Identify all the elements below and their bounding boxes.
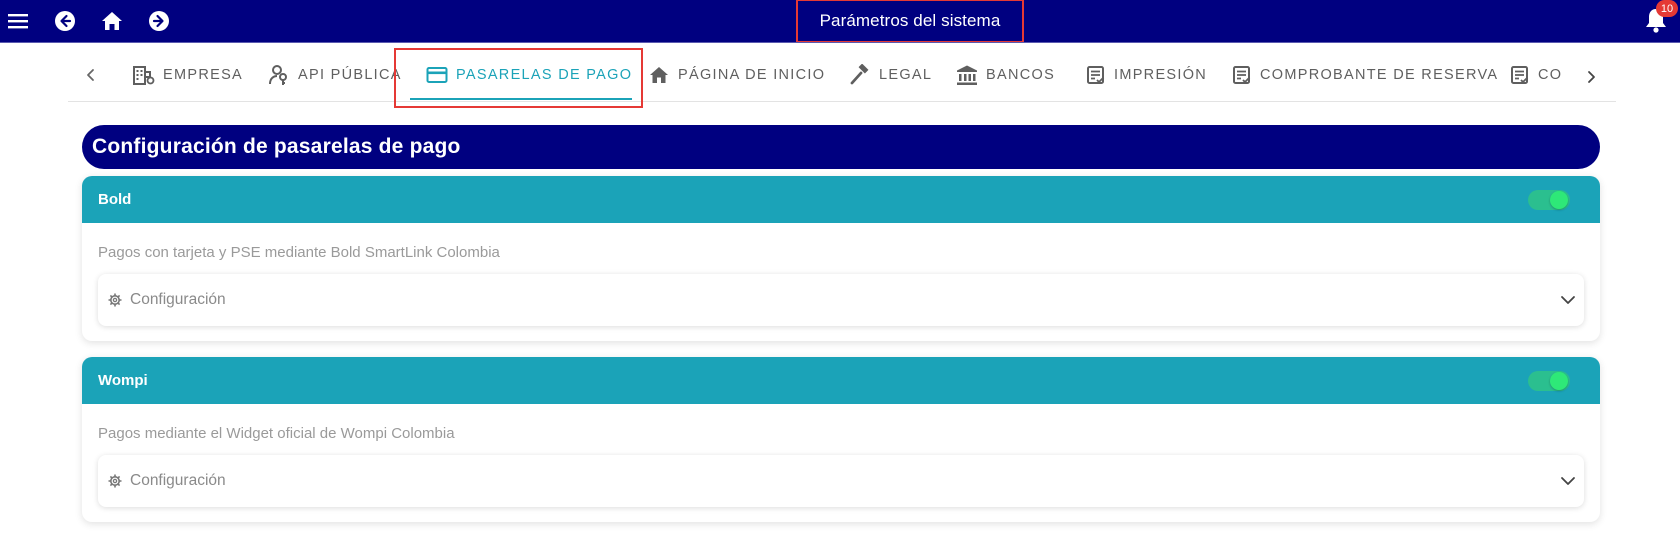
key-person-icon bbox=[269, 65, 287, 85]
tab-comprobante-de-reserva[interactable]: COMPROBANTE DE RESERVA bbox=[1232, 48, 1498, 102]
tab-overflow-clip: CO bbox=[1508, 48, 1582, 102]
topbar-divider bbox=[0, 42, 1680, 43]
home-icon bbox=[650, 67, 668, 83]
gateway-description: Pagos con tarjeta y PSE mediante Bold Sm… bbox=[98, 244, 500, 261]
chevron-down-icon bbox=[1561, 477, 1575, 485]
tab-impresion[interactable]: IMPRESIÓN bbox=[1086, 48, 1207, 102]
configuration-label: Configuración bbox=[130, 291, 226, 308]
gear-icon bbox=[108, 293, 122, 307]
tabs-scroll-left-icon[interactable] bbox=[80, 64, 102, 86]
gateway-name: Wompi bbox=[98, 372, 148, 389]
gateway-card-header: Wompi bbox=[82, 357, 1600, 404]
page-title-highlight: Parámetros del sistema bbox=[796, 0, 1024, 43]
document-check-icon bbox=[1087, 66, 1105, 84]
notification-badge: 10 bbox=[1656, 0, 1678, 17]
tab-label: BANCOS bbox=[986, 67, 1056, 83]
chevron-down-icon bbox=[1561, 296, 1575, 304]
tab-label: EMPRESA bbox=[163, 67, 244, 83]
gateway-enabled-toggle[interactable] bbox=[1528, 370, 1570, 391]
active-tab-highlight bbox=[394, 48, 643, 108]
page-title: Parámetros del sistema bbox=[819, 11, 1001, 30]
tab-legal[interactable]: LEGAL bbox=[849, 48, 932, 102]
tab-api-publica[interactable]: API PÚBLICA bbox=[268, 48, 402, 102]
tab-label: API PÚBLICA bbox=[298, 67, 402, 83]
bank-icon bbox=[957, 65, 977, 85]
tab-label: CO bbox=[1538, 67, 1563, 83]
gateway-card-wompi: Wompi Pagos mediante el Widget oficial d… bbox=[82, 357, 1600, 522]
gavel-icon bbox=[850, 64, 869, 85]
toggle-knob bbox=[1550, 371, 1568, 390]
gateway-card-bold: Bold Pagos con tarjeta y PSE mediante Bo… bbox=[82, 176, 1600, 341]
configuration-label: Configuración bbox=[130, 472, 226, 489]
toggle-knob bbox=[1550, 190, 1568, 209]
top-app-bar: Parámetros del sistema 10 bbox=[0, 0, 1680, 43]
tab-label: IMPRESIÓN bbox=[1114, 67, 1208, 83]
section-header: Configuración de pasarelas de pago bbox=[82, 125, 1600, 169]
back-icon[interactable] bbox=[51, 7, 79, 35]
document-check-icon bbox=[1511, 66, 1529, 84]
tab-label: LEGAL bbox=[879, 67, 933, 83]
gateway-description: Pagos mediante el Widget oficial de Womp… bbox=[98, 425, 455, 442]
forward-icon[interactable] bbox=[145, 7, 173, 35]
gateway-card-header: Bold bbox=[82, 176, 1600, 223]
configuration-expander[interactable]: Configuración bbox=[98, 455, 1584, 507]
menu-icon[interactable] bbox=[4, 7, 32, 35]
tab-bar: EMPRESA API PÚBLICA PASARELAS DE PAGO PÁ… bbox=[68, 48, 1616, 102]
gear-icon bbox=[108, 474, 122, 488]
tab-co-partial[interactable]: CO bbox=[1510, 48, 1562, 102]
tab-bancos[interactable]: BANCOS bbox=[956, 48, 1055, 102]
home-icon[interactable] bbox=[98, 7, 126, 35]
tab-pagina-de-inicio[interactable]: PÁGINA DE INICIO bbox=[648, 48, 825, 102]
tab-label: PÁGINA DE INICIO bbox=[678, 67, 826, 83]
tab-empresa[interactable]: EMPRESA bbox=[133, 48, 243, 102]
gateway-name: Bold bbox=[98, 191, 132, 208]
document-check-icon bbox=[1233, 66, 1251, 84]
building-cog-icon bbox=[133, 66, 155, 85]
gateway-enabled-toggle[interactable] bbox=[1528, 189, 1570, 210]
configuration-expander[interactable]: Configuración bbox=[98, 274, 1584, 326]
tabs-scroll-right-icon[interactable] bbox=[1580, 66, 1602, 88]
tab-label: COMPROBANTE DE RESERVA bbox=[1260, 67, 1499, 83]
section-title: Configuración de pasarelas de pago bbox=[92, 135, 461, 158]
